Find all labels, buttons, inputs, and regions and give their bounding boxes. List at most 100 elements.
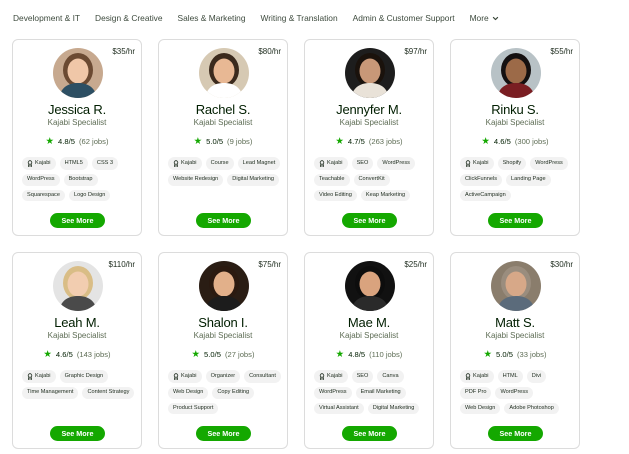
freelancer-card[interactable]: $25/hr Mae M. Kajabi Specialist ★ 4.8/5 (110 … [304, 252, 434, 449]
skill-tag[interactable]: Video Editing [314, 189, 357, 202]
skill-tag[interactable]: WordPress [530, 157, 568, 170]
jobs-count: (33 jobs) [516, 350, 547, 360]
skill-tag[interactable]: Content Strategy [82, 387, 135, 399]
skill-tag-label: Digital Marketing [232, 176, 274, 182]
skill-tag[interactable]: Lead Magnet [237, 157, 281, 170]
see-more-button[interactable]: See More [50, 213, 105, 228]
freelancer-card[interactable]: $55/hr Rinku S. Kajabi Specialist ★ 4.6/5 (30… [450, 39, 580, 236]
jobs-count: (62 jobs) [78, 137, 109, 147]
skill-tags: Kajabi Graphic Design Time Management Conte… [22, 370, 137, 399]
skill-tag[interactable]: Web Design [168, 387, 209, 399]
skill-tag-label: Kajabi [181, 159, 197, 166]
skill-tag[interactable]: Digital Marketing [367, 402, 420, 415]
freelancer-name[interactable]: Rinku S. [451, 102, 579, 117]
skill-tag[interactable]: ClickFunnels [460, 174, 503, 186]
jobs-count: (263 jobs) [368, 137, 403, 147]
skill-tag[interactable]: Keap Marketing [360, 189, 411, 202]
skill-tag-label: Bootstrap [68, 176, 93, 182]
skill-tag[interactable]: PDF Pro [460, 387, 492, 399]
skill-tag[interactable]: Product Support [168, 402, 219, 415]
skill-tag[interactable]: SEO [351, 157, 374, 170]
freelancer-name[interactable]: Mae M. [305, 315, 433, 330]
skill-tag[interactable]: Kajabi [314, 370, 348, 383]
skill-tag[interactable]: CSS 3 [91, 157, 119, 170]
freelancer-name[interactable]: Leah M. [13, 315, 141, 330]
see-more-button[interactable]: See More [342, 426, 397, 441]
skill-tag[interactable]: Website Redesign [168, 174, 224, 186]
skill-tag[interactable]: Kajabi [168, 370, 202, 383]
avatar[interactable] [491, 48, 541, 98]
skill-tag[interactable]: Canva [377, 370, 404, 383]
nav-item-admin-support[interactable]: Admin & Customer Support [353, 13, 455, 23]
freelancer-name[interactable]: Matt S. [451, 315, 579, 330]
see-more-button[interactable]: See More [488, 426, 543, 441]
avatar[interactable] [53, 48, 103, 98]
skill-tag[interactable]: WordPress [314, 387, 352, 399]
freelancer-card[interactable]: $30/hr Matt S. Kajabi Specialist ★ 5.0/5 (33 … [450, 252, 580, 449]
nav-item-sales-marketing[interactable]: Sales & Marketing [178, 13, 246, 23]
skill-tag[interactable]: Organizer [205, 370, 241, 383]
nav-item-design-creative[interactable]: Design & Creative [95, 13, 163, 23]
skill-tag[interactable]: Copy Editing [212, 387, 255, 399]
skill-tag[interactable]: WordPress [22, 174, 60, 186]
skill-tag[interactable]: Kajabi [168, 157, 202, 170]
avatar[interactable] [199, 48, 249, 98]
avatar[interactable] [53, 261, 103, 311]
skill-tag[interactable]: Digital Marketing [227, 174, 279, 186]
see-more-button[interactable]: See More [196, 213, 251, 228]
freelancer-card[interactable]: $110/hr Leah M. Kajabi Specialist ★ 4.6/5 (14… [12, 252, 142, 449]
avatar[interactable] [345, 48, 395, 98]
rating: ★ 5.0/5 (33 jobs) [451, 350, 579, 360]
skill-tag[interactable]: Course [205, 157, 234, 170]
skill-tag[interactable]: Virtual Assistant [314, 402, 364, 415]
skill-tag[interactable]: Kajabi [460, 157, 494, 170]
skill-tag[interactable]: Graphic Design [59, 370, 109, 383]
skill-tag[interactable]: HTML [497, 370, 523, 383]
skill-tag[interactable]: Landing Page [506, 174, 551, 186]
see-more-button[interactable]: See More [50, 426, 105, 441]
skill-tag-label: Keap Marketing [365, 191, 406, 198]
skill-tag[interactable]: ConvertKit [353, 174, 390, 186]
freelancer-name[interactable]: Rachel S. [159, 102, 287, 117]
freelancer-name[interactable]: Jessica R. [13, 102, 141, 117]
freelancer-card[interactable]: $97/hr Jennyfer M. Kajabi Specialist ★ 4.7/5… [304, 39, 434, 236]
freelancer-card[interactable]: $80/hr Rachel S. Kajabi Specialist ★ 5.0/5 (9… [158, 39, 288, 236]
freelancer-card[interactable]: $35/hr Jessica R. Kajabi Specialist ★ 4.8/5(… [12, 39, 142, 236]
see-more-button[interactable]: See More [342, 213, 397, 228]
rating-score: 4.6/5 [493, 137, 511, 147]
nav-item-development-it[interactable]: Development & IT [13, 13, 80, 23]
skill-tag[interactable]: Kajabi [22, 157, 56, 170]
skill-tag-label: Digital Marketing [372, 404, 415, 411]
nav-item-more[interactable]: More [470, 13, 499, 23]
avatar[interactable] [491, 261, 541, 311]
freelancer-name[interactable]: Shalon I. [159, 315, 287, 330]
skill-tag[interactable]: WordPress [495, 387, 534, 399]
skill-tag[interactable]: SEO [351, 370, 374, 383]
skill-tag[interactable]: Teachable [314, 174, 350, 186]
freelancer-card[interactable]: $75/hr Shalon I. Kajabi Specialist ★ 5.0/5 (2… [158, 252, 288, 449]
skill-tag[interactable]: Shopify [497, 157, 527, 170]
see-more-button[interactable]: See More [196, 426, 251, 441]
skill-tag[interactable]: Kajabi [314, 157, 348, 170]
skill-tag[interactable]: Divi [526, 370, 547, 383]
skill-tag[interactable]: Logo Design [68, 189, 111, 202]
skill-tag[interactable]: Squarespace [22, 189, 65, 202]
skill-tag[interactable]: Time Management [22, 387, 79, 399]
skill-tag-label: Kajabi [327, 159, 343, 166]
skill-tag[interactable]: ActiveCampaign [460, 189, 511, 202]
skill-tag[interactable]: Adobe Photoshop [504, 402, 559, 415]
skill-tag[interactable]: HTML5 [59, 157, 88, 170]
skill-tag[interactable]: Kajabi [460, 370, 494, 383]
nav-item-writing-translation[interactable]: Writing & Translation [261, 13, 338, 23]
skill-tag[interactable]: Web Design [460, 402, 501, 415]
freelancer-name[interactable]: Jennyfer M. [305, 102, 433, 117]
freelancer-title: Kajabi Specialist [339, 331, 399, 340]
skill-tag[interactable]: Kajabi [22, 370, 56, 383]
skill-tag[interactable]: Email Marketing [355, 387, 406, 399]
avatar[interactable] [345, 261, 395, 311]
skill-tag[interactable]: WordPress [377, 157, 415, 170]
avatar[interactable] [199, 261, 249, 311]
see-more-button[interactable]: See More [488, 213, 543, 228]
skill-tag[interactable]: Bootstrap [63, 174, 98, 186]
skill-tag[interactable]: Consultant [244, 370, 281, 383]
